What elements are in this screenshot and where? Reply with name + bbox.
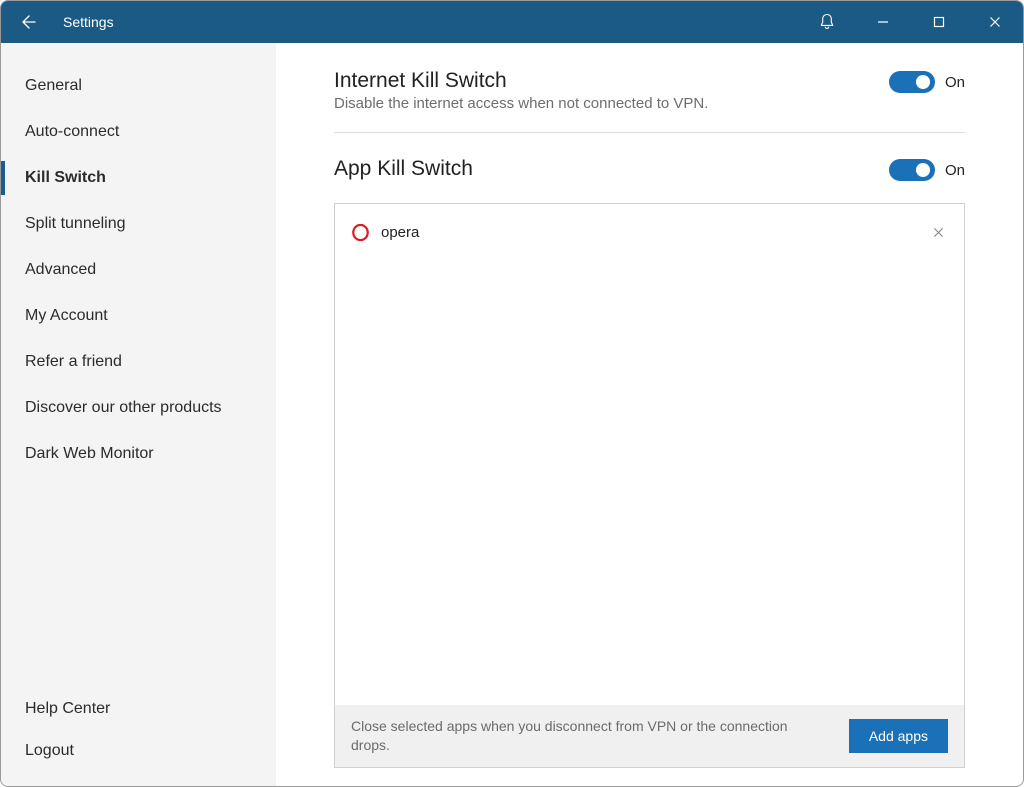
- sidebar-item-dark-web-monitor[interactable]: Dark Web Monitor: [1, 431, 276, 477]
- sidebar-item-label: My Account: [25, 307, 108, 325]
- app-kill-switch-toggle[interactable]: [889, 159, 935, 181]
- sidebar-item-help-center[interactable]: Help Center: [1, 688, 276, 730]
- app-footer-text: Close selected apps when you disconnect …: [351, 717, 829, 755]
- sidebar: General Auto-connect Kill Switch Split t…: [1, 43, 276, 786]
- app-kill-switch-list-box: opera Close selected apps when you disco…: [334, 203, 965, 768]
- sidebar-item-auto-connect[interactable]: Auto-connect: [1, 109, 276, 155]
- sidebar-item-label: Refer a friend: [25, 353, 122, 371]
- sidebar-item-advanced[interactable]: Advanced: [1, 247, 276, 293]
- sidebar-item-label: Discover our other products: [25, 399, 222, 417]
- back-button[interactable]: [13, 6, 45, 38]
- app-kill-switch-title: App Kill Switch: [334, 157, 473, 181]
- close-button[interactable]: [967, 1, 1023, 43]
- sidebar-item-general[interactable]: General: [1, 63, 276, 109]
- notifications-button[interactable]: [799, 1, 855, 43]
- maximize-icon: [933, 16, 945, 28]
- content-pane: Internet Kill Switch Disable the interne…: [276, 43, 1023, 786]
- title-bar: Settings: [1, 1, 1023, 43]
- sidebar-item-label: Split tunneling: [25, 215, 126, 233]
- sidebar-item-label: Logout: [25, 742, 74, 760]
- internet-kill-switch-state-label: On: [945, 74, 965, 91]
- close-icon: [989, 16, 1001, 28]
- sidebar-item-label: Kill Switch: [25, 169, 106, 187]
- sidebar-bottom: Help Center Logout: [1, 688, 276, 772]
- app-remove-button[interactable]: [928, 222, 948, 242]
- app-name: opera: [381, 224, 916, 241]
- sidebar-item-my-account[interactable]: My Account: [1, 293, 276, 339]
- app-kill-switch-state-label: On: [945, 162, 965, 179]
- window-body: General Auto-connect Kill Switch Split t…: [1, 43, 1023, 786]
- app-row: opera: [351, 218, 948, 246]
- window-title: Settings: [63, 14, 114, 30]
- opera-icon: [351, 223, 369, 241]
- add-apps-button[interactable]: Add apps: [849, 719, 948, 753]
- arrow-left-icon: [21, 14, 37, 30]
- x-icon: [933, 227, 944, 238]
- maximize-button[interactable]: [911, 1, 967, 43]
- minimize-icon: [877, 16, 889, 28]
- settings-window: Settings: [0, 0, 1024, 787]
- sidebar-item-refer-friend[interactable]: Refer a friend: [1, 339, 276, 385]
- sidebar-item-label: Help Center: [25, 700, 110, 718]
- app-list: opera: [335, 204, 964, 705]
- minimize-button[interactable]: [855, 1, 911, 43]
- divider: [334, 132, 965, 133]
- sidebar-item-label: Dark Web Monitor: [25, 445, 154, 463]
- app-list-footer: Close selected apps when you disconnect …: [335, 705, 964, 767]
- app-kill-switch-row: App Kill Switch On: [334, 157, 965, 181]
- internet-kill-switch-row: Internet Kill Switch Disable the interne…: [334, 69, 965, 112]
- sidebar-item-discover-products[interactable]: Discover our other products: [1, 385, 276, 431]
- internet-kill-switch-description: Disable the internet access when not con…: [334, 95, 708, 112]
- sidebar-item-logout[interactable]: Logout: [1, 730, 276, 772]
- sidebar-item-split-tunneling[interactable]: Split tunneling: [1, 201, 276, 247]
- internet-kill-switch-title: Internet Kill Switch: [334, 69, 708, 93]
- bell-icon: [819, 13, 835, 31]
- sidebar-item-label: Auto-connect: [25, 123, 119, 141]
- sidebar-item-label: Advanced: [25, 261, 96, 279]
- sidebar-item-kill-switch[interactable]: Kill Switch: [1, 155, 276, 201]
- internet-kill-switch-toggle[interactable]: [889, 71, 935, 93]
- sidebar-item-label: General: [25, 77, 82, 95]
- sidebar-nav: General Auto-connect Kill Switch Split t…: [1, 63, 276, 688]
